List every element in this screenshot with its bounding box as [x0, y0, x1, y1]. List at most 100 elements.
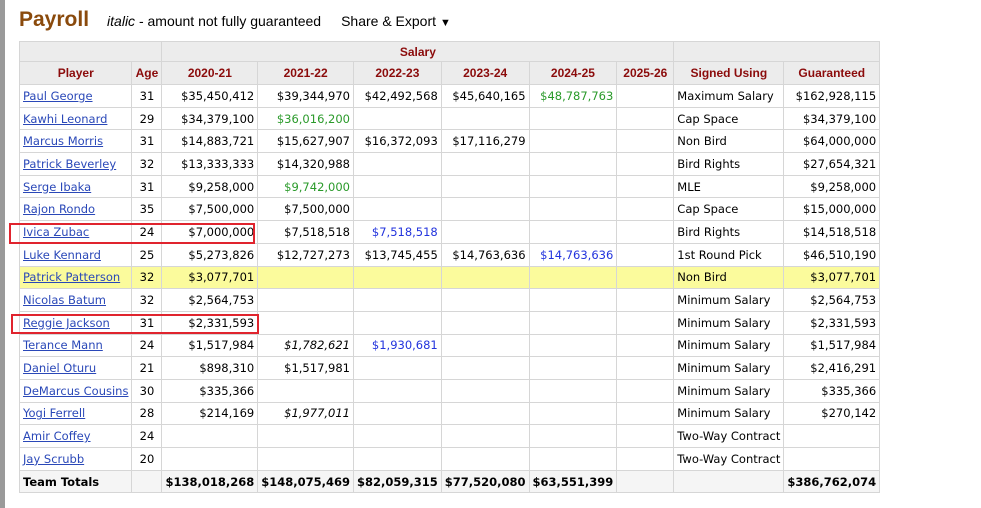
salary-cell-player-option: $36,016,200	[257, 106, 354, 131]
player-link[interactable]: Daniel Oturu	[23, 361, 96, 375]
salary-cell	[616, 174, 675, 199]
signed-using-cell: Bird Rights	[673, 152, 785, 176]
guaranteed-cell: $270,142	[783, 401, 881, 426]
salary-cell	[528, 401, 618, 426]
total-cell: $138,018,268	[161, 469, 259, 494]
salary-cell: $42,492,568	[353, 84, 442, 108]
column-header-signed-using[interactable]: Signed Using	[673, 61, 785, 85]
payroll-header: Payroll italic - amount not fully guaran…	[19, 8, 451, 36]
share-export-menu[interactable]: Share & Export ▼	[341, 13, 451, 29]
salary-cell	[257, 447, 354, 471]
salary-cell	[440, 265, 530, 290]
salary-cell	[440, 356, 530, 380]
group-header-spacer-right	[673, 41, 881, 62]
salary-cell	[616, 84, 675, 108]
signed-using-cell: Maximum Salary	[673, 84, 785, 108]
salary-cell: $7,500,000	[161, 197, 259, 222]
player-link[interactable]: Patrick Patterson	[23, 270, 120, 284]
salary-cell: $12,727,273	[257, 242, 354, 267]
window-edge	[0, 0, 5, 508]
salary-cell	[528, 333, 618, 358]
dropdown-caret-icon[interactable]: ▼	[440, 17, 451, 29]
signed-using-cell: Cap Space	[673, 197, 785, 222]
share-export-label[interactable]: Share & Export	[341, 13, 436, 29]
guaranteed-cell: $14,518,518	[783, 220, 881, 244]
column-header-guaranteed[interactable]: Guaranteed	[783, 61, 881, 85]
guaranteed-cell: $34,379,100	[783, 106, 881, 131]
total-guaranteed-cell: $386,762,074	[783, 469, 881, 494]
table-row: Yogi Ferrell 28 $214,169 $1,977,011 Mini…	[18, 401, 881, 426]
column-header-2024-25[interactable]: 2024-25	[528, 61, 618, 85]
salary-cell	[440, 333, 530, 358]
player-link[interactable]: Luke Kennard	[23, 248, 101, 262]
payroll-table: Salary Player Age 2020-21 2021-22 2022-2…	[18, 41, 881, 494]
column-header-age[interactable]: Age	[131, 61, 163, 85]
player-link[interactable]: Rajon Rondo	[23, 202, 95, 216]
player-link[interactable]: Patrick Beverley	[23, 157, 116, 171]
player-cell: Yogi Ferrell	[18, 401, 133, 426]
table-row: Serge Ibaka 31 $9,258,000 $9,742,000 MLE…	[18, 174, 881, 199]
player-cell: DeMarcus Cousins	[18, 378, 133, 403]
salary-cell	[616, 424, 675, 448]
salary-cell	[353, 152, 442, 176]
salary-cell	[353, 424, 442, 448]
salary-cell	[616, 106, 675, 131]
player-link[interactable]: DeMarcus Cousins	[23, 384, 128, 398]
age-cell: 31	[131, 174, 163, 199]
salary-cell	[440, 152, 530, 176]
salary-cell	[440, 220, 530, 244]
column-header-2022-23[interactable]: 2022-23	[353, 61, 442, 85]
salary-cell	[257, 310, 354, 335]
player-cell: Terance Mann	[18, 333, 133, 358]
guaranteed-cell: $162,928,115	[783, 84, 881, 108]
table-row: Jay Scrubb 20 Two-Way Contract	[18, 447, 881, 471]
salary-cell	[528, 197, 618, 222]
salary-cell: $898,310	[161, 356, 259, 380]
signed-using-cell	[673, 469, 785, 494]
salary-cell-team-option: $7,518,518	[353, 220, 442, 244]
table-row-highlighted: Patrick Patterson 32 $3,077,701 Non Bird…	[18, 265, 881, 290]
column-header-2023-24[interactable]: 2023-24	[440, 61, 530, 85]
signed-using-cell: MLE	[673, 174, 785, 199]
player-link[interactable]: Jay Scrubb	[23, 452, 84, 466]
salary-cell	[528, 152, 618, 176]
player-link[interactable]: Serge Ibaka	[23, 180, 91, 194]
age-cell: 31	[131, 129, 163, 154]
player-link[interactable]: Marcus Morris	[23, 134, 103, 148]
column-header-player[interactable]: Player	[18, 61, 133, 85]
player-cell: Jay Scrubb	[18, 447, 133, 471]
guaranteed-cell: $15,000,000	[783, 197, 881, 222]
salary-cell	[353, 310, 442, 335]
salary-cell: $16,372,093	[353, 129, 442, 154]
salary-cell: $34,379,100	[161, 106, 259, 131]
player-link[interactable]: Kawhi Leonard	[23, 112, 107, 126]
team-totals-label: Team Totals	[18, 469, 133, 494]
salary-cell	[616, 152, 675, 176]
salary-cell: $45,640,165	[440, 84, 530, 108]
annotation-box-zubac	[9, 223, 255, 244]
salary-cell-team-option: $1,930,681	[353, 333, 442, 358]
salary-cell	[528, 265, 618, 290]
age-cell: 32	[131, 288, 163, 312]
total-cell	[616, 469, 675, 494]
age-cell: 35	[131, 197, 163, 222]
salary-cell-player-option: $48,787,763	[528, 84, 618, 108]
column-header-2025-26[interactable]: 2025-26	[616, 61, 675, 85]
salary-cell: $13,333,333	[161, 152, 259, 176]
column-header-2020-21[interactable]: 2020-21	[161, 61, 259, 85]
player-link[interactable]: Nicolas Batum	[23, 293, 106, 307]
signed-using-cell: Non Bird	[673, 129, 785, 154]
guaranteed-cell: $335,366	[783, 378, 881, 403]
player-cell: Rajon Rondo	[18, 197, 133, 222]
column-header-2021-22[interactable]: 2021-22	[257, 61, 354, 85]
player-link[interactable]: Yogi Ferrell	[23, 406, 85, 420]
salary-cell	[161, 424, 259, 448]
player-link[interactable]: Terance Mann	[23, 338, 103, 352]
player-link[interactable]: Amir Coffey	[23, 429, 91, 443]
player-link[interactable]: Paul George	[23, 89, 93, 103]
table-row: Terance Mann 24 $1,517,984 $1,782,621 $1…	[18, 333, 881, 358]
salary-cell: $335,366	[161, 378, 259, 403]
player-cell: Amir Coffey	[18, 424, 133, 448]
salary-cell	[528, 288, 618, 312]
salary-cell: $7,500,000	[257, 197, 354, 222]
